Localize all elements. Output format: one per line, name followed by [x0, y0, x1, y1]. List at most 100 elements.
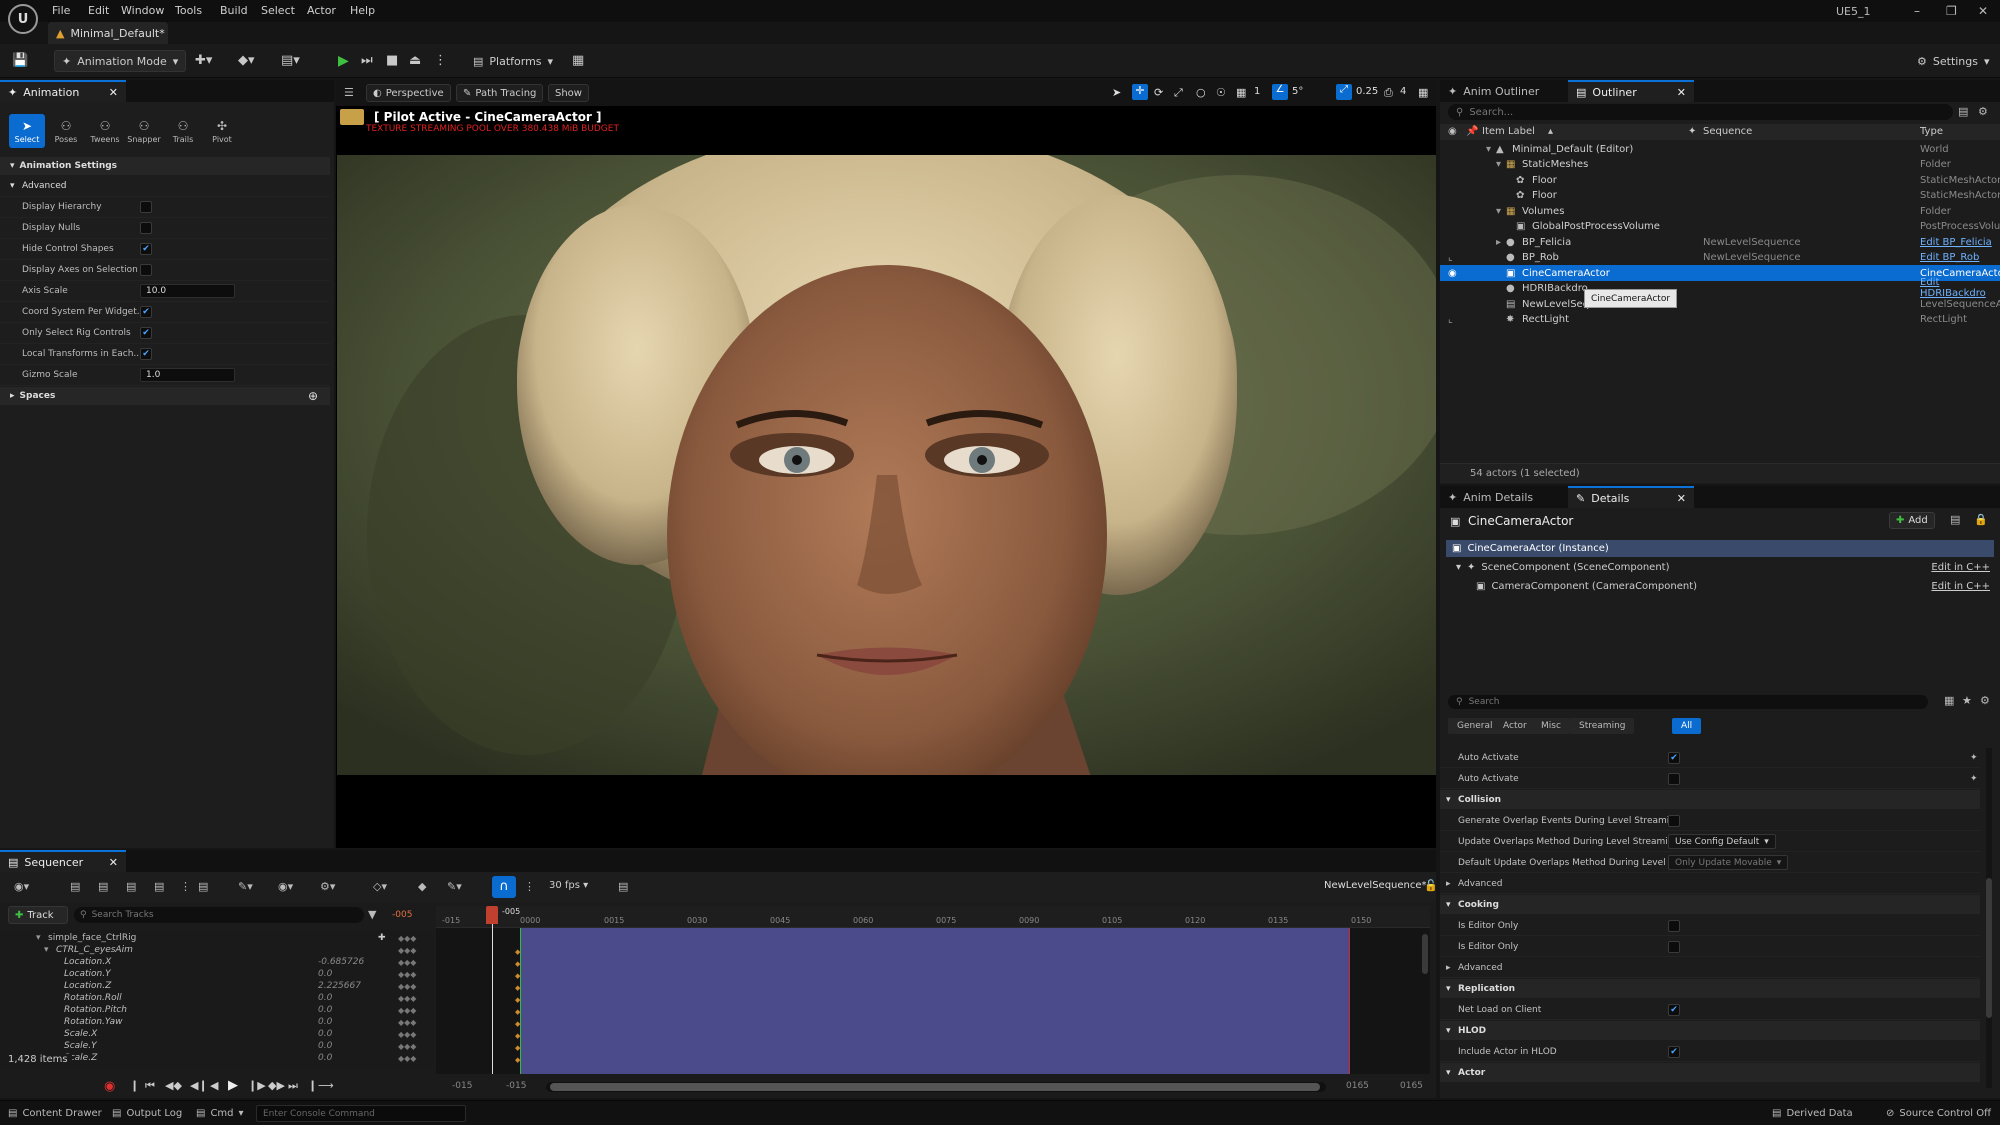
select-mode-icon[interactable]: ➤ [1112, 86, 1121, 99]
key-nav-icons[interactable]: ◆◆◆ [398, 1006, 416, 1015]
camera-speed-icon[interactable]: ⎙ [1384, 86, 1393, 100]
track-value[interactable]: 0.0 [318, 1029, 332, 1039]
more-options-icon[interactable]: ⋮ [434, 53, 447, 68]
local-transforms-checkbox[interactable]: ✔ [140, 348, 152, 360]
component-scene[interactable]: ▾ ✦ SceneComponent (SceneComponent) Edit in… [1446, 559, 1994, 576]
visibility-eye-icon[interactable]: ◉ [1448, 268, 1457, 279]
auto-key-icon[interactable]: ◆ [418, 880, 426, 893]
derived-data-button[interactable]: ▤ Derived Data [1772, 1105, 1853, 1122]
visibility-eye-icon[interactable]: ⌞ [1448, 252, 1453, 263]
col-item-label[interactable]: Item Label [1482, 126, 1535, 137]
output-log-button[interactable]: ▤ Output Log [112, 1105, 182, 1122]
scale-icon[interactable]: ⤢ [1174, 86, 1183, 100]
outliner-row[interactable]: ▾ ▦ Volumes Folder [1440, 203, 2000, 219]
camera-speed-value[interactable]: 4 [1400, 86, 1406, 97]
is-editor-only-checkbox[interactable] [1668, 919, 1680, 932]
advanced-subsection[interactable]: ▾ Advanced [0, 176, 330, 197]
track-row[interactable]: Scale.Y 0.0 ◆◆◆ [0, 1040, 430, 1052]
outliner-row[interactable]: ▤ NewLevelSeq LevelSequenceAc [1440, 296, 2000, 312]
spaces-header[interactable]: ▸ Spaces ⊕ [0, 387, 330, 405]
view-options-icon[interactable]: ◉▾ [278, 880, 293, 893]
tool-trails[interactable]: ⚇ Trails [165, 114, 201, 148]
key-nav-icons[interactable]: ◆◆◆ [398, 982, 416, 991]
section-collision[interactable]: ▾ Collision [1440, 790, 1980, 809]
blueprint-convert-icon[interactable]: ▤ [1950, 513, 1960, 526]
world-space-icon[interactable]: ○ [1196, 86, 1206, 99]
camera-cut-icon[interactable]: ▤ [154, 880, 164, 893]
edit-blueprint-link[interactable]: Edit BP_Felicia [1920, 237, 1992, 248]
det-advanced-1[interactable]: ▸ Advanced [1440, 874, 1980, 894]
gizmo-scale-input[interactable]: 1.0 [140, 368, 235, 382]
jump-to-start-icon[interactable]: ❙ [130, 1079, 139, 1092]
console-command-input[interactable]: Enter Console Command [256, 1105, 466, 1122]
track-row[interactable]: Location.X -0.685726 ◆◆◆ [0, 956, 430, 968]
visibility-eye-icon[interactable]: ⌞ [1448, 314, 1453, 325]
close-tab-icon[interactable]: ✕ [1677, 86, 1686, 99]
add-component-button[interactable]: ✚ Add [1889, 512, 1935, 529]
filter-icon[interactable]: ▼ [368, 908, 376, 921]
layout-icon[interactable]: ▦ [1418, 86, 1428, 99]
timeline-hscrollbar[interactable] [546, 1082, 1326, 1092]
edit-in-cpp-link[interactable]: Edit in C++ [1931, 562, 1990, 573]
expand-icon[interactable]: ▸ [1496, 237, 1501, 248]
generate-overlap-checkbox[interactable] [1668, 814, 1680, 827]
blueprint-icon[interactable]: ◆▾ [238, 53, 255, 68]
coord-system-checkbox[interactable]: ✔ [140, 306, 152, 318]
outliner-row[interactable]: ⌞ ● BP_Rob NewLevelSequence Edit BP_Rob [1440, 249, 2000, 265]
outliner-row-selected[interactable]: ◉ ▣ CineCameraActor CineCameraActor [1440, 265, 2000, 281]
menu-select[interactable]: Select [261, 4, 295, 17]
source-control-button[interactable]: ⊘ Source Control Off [1886, 1105, 1991, 1122]
key-nav-icons[interactable]: ◆◆◆ [398, 1030, 416, 1039]
track-value[interactable]: 0.0 [318, 1017, 332, 1027]
tab-animation[interactable]: ✦ Animation ✕ [0, 80, 126, 102]
section-actor[interactable]: ▾ Actor [1440, 1063, 1980, 1082]
find-in-browser-icon[interactable]: ▤ [98, 880, 108, 893]
track-value[interactable]: 2.225667 [318, 981, 361, 991]
timeline-area[interactable]: -015 0000 0015 0030 0045 0060 0075 0090 … [436, 906, 1430, 1074]
track-value[interactable]: 0.0 [318, 1041, 332, 1051]
next-key-icon[interactable]: ◆▶ [268, 1079, 285, 1092]
menu-actor[interactable]: Actor [307, 4, 336, 17]
marketplace-icon[interactable]: ▦ [572, 53, 584, 68]
pilot-camera-icon[interactable] [340, 109, 364, 125]
section-cooking[interactable]: ▾ Cooking [1440, 895, 1980, 914]
include-in-hlod-checkbox[interactable]: ✔ [1668, 1045, 1680, 1058]
expand-icon[interactable]: ▾ [1496, 206, 1501, 217]
filter-all[interactable]: All [1672, 718, 1702, 734]
unreal-logo-icon[interactable]: U [8, 4, 38, 34]
perspective-button[interactable]: ◐ Perspective [366, 84, 451, 102]
keyframe-column[interactable]: ◆ ◆ ◆ ◆ ◆ ◆ ◆ ◆ ◆ ◆ [515, 946, 525, 1072]
filter-misc[interactable]: Misc [1532, 718, 1570, 734]
tab-anim-outliner[interactable]: ✦ Anim Outliner [1440, 80, 1566, 102]
rotate-icon[interactable]: ⟳ [1154, 86, 1163, 99]
fps-dropdown[interactable]: 30 fps ▾ [549, 880, 588, 891]
close-window-icon[interactable]: ✕ [1978, 4, 1988, 18]
display-axes-checkbox[interactable] [140, 264, 152, 276]
actions-icon[interactable]: ✎▾ [238, 880, 253, 893]
translate-icon[interactable]: ✛ [1132, 84, 1148, 100]
range-end-b[interactable]: 0165 [1400, 1081, 1423, 1091]
tab-sequencer[interactable]: ▤ Sequencer ✕ [0, 850, 126, 872]
outliner-settings-icon[interactable]: ⚙ [1978, 105, 1988, 118]
expand-icon[interactable]: ▾ [1486, 144, 1491, 155]
play-reverse-icon[interactable]: ◀ [210, 1079, 218, 1092]
track-value[interactable]: 0.0 [318, 1005, 332, 1015]
expand-icon[interactable]: ▾ [36, 933, 41, 943]
is-editor-only-checkbox[interactable] [1668, 940, 1680, 953]
hamburger-menu-icon[interactable]: ☰ [344, 86, 354, 99]
outliner-row[interactable]: ▸ ● BP_Felicia NewLevelSequence Edit BP_Feli… [1440, 234, 2000, 250]
hide-control-shapes-checkbox[interactable]: ✔ [140, 243, 152, 255]
grid-snap-icon[interactable]: ▦ [1236, 86, 1246, 99]
outliner-row[interactable]: ✿ Floor StaticMeshActor [1440, 187, 2000, 203]
tab-anim-details[interactable]: ✦ Anim Details [1440, 486, 1566, 508]
content-drawer-button[interactable]: ▤ Content Drawer [8, 1105, 102, 1122]
path-tracing-button[interactable]: ✎ Path Tracing [456, 84, 544, 102]
timeline-scrollbar[interactable] [1422, 934, 1428, 974]
lock-icon[interactable]: 🔒 [1974, 513, 1988, 526]
track-value[interactable]: 0.0 [318, 969, 332, 979]
grid-snap-value[interactable]: 1 [1254, 86, 1260, 97]
show-button[interactable]: Show [548, 84, 589, 102]
details-scrollbar[interactable] [1986, 748, 1992, 1088]
col-type[interactable]: Type [1920, 126, 1943, 137]
table-view-icon[interactable]: ▦ [1944, 694, 1954, 707]
